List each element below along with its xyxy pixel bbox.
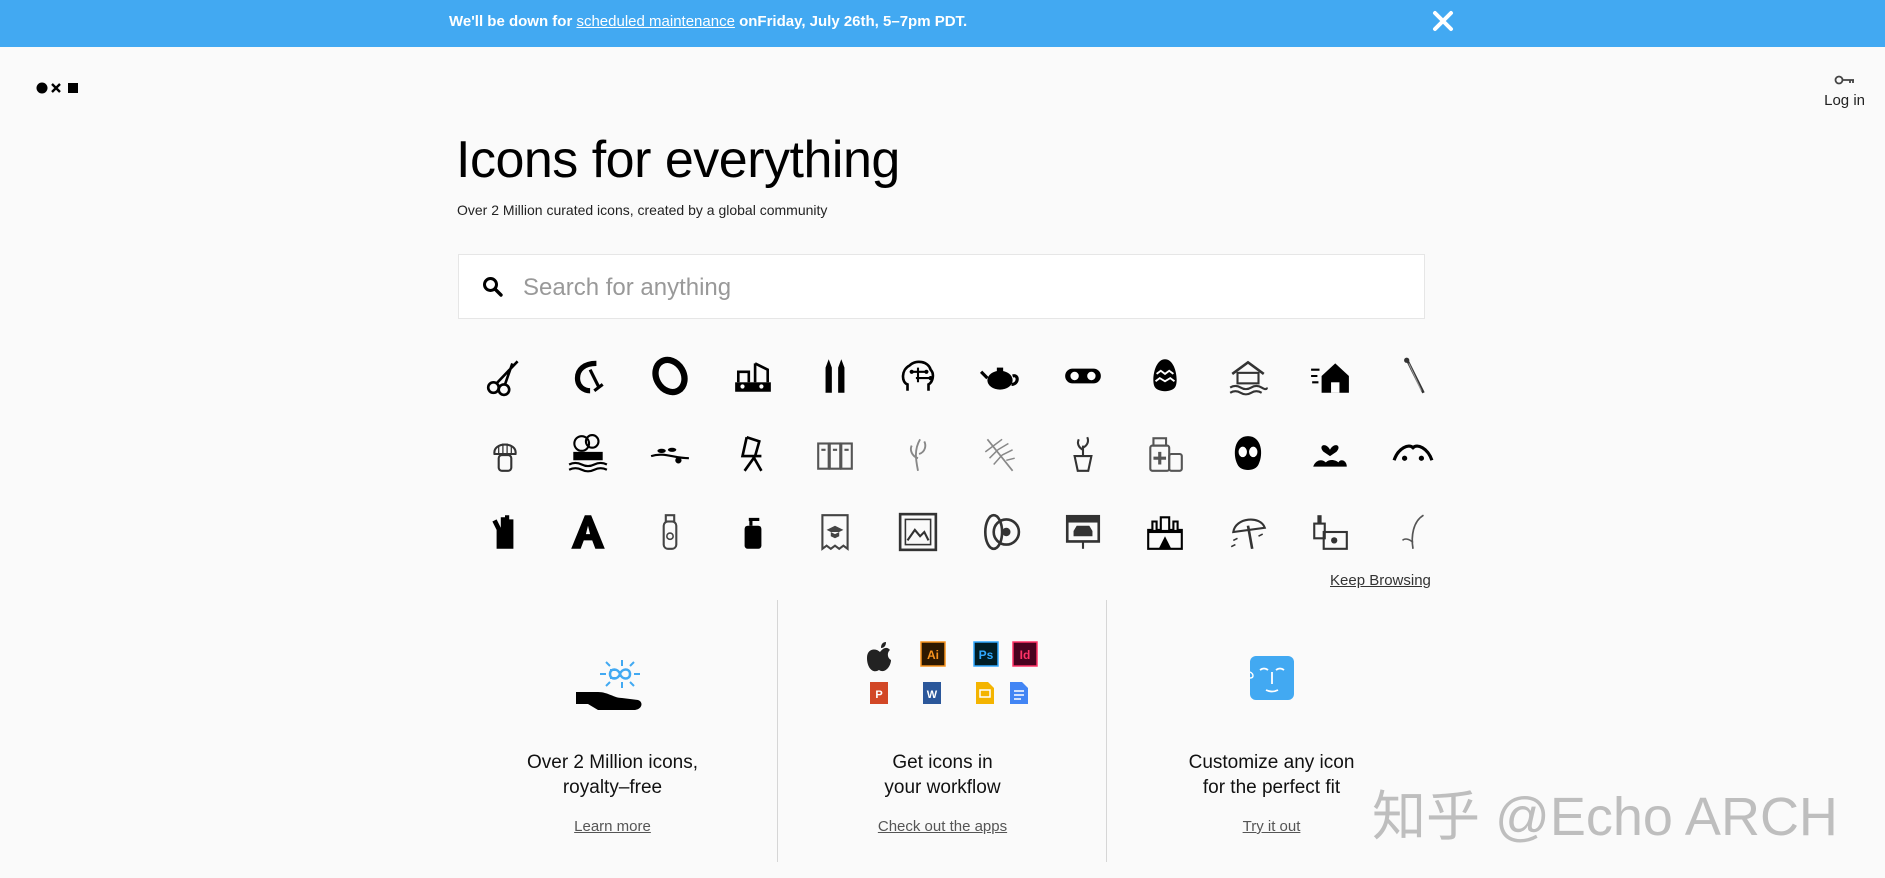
word-icon: W [922, 682, 941, 704]
google-slides-icon [975, 682, 994, 704]
page-title: Icons for everything [456, 131, 900, 189]
icon-grid [464, 337, 1434, 571]
teapot-icon[interactable] [959, 337, 1042, 415]
beach-umbrella-icon[interactable] [1207, 493, 1290, 571]
noun-project-logo[interactable] [36, 81, 80, 100]
tire-icon[interactable] [959, 493, 1042, 571]
palm-leaf-icon[interactable] [959, 415, 1042, 493]
scheduled-maintenance-link[interactable]: scheduled maintenance [576, 13, 734, 30]
feature-title-line1: Get icons in [892, 752, 993, 773]
windy-house-icon[interactable] [1289, 337, 1372, 415]
folding-chair-icon[interactable] [712, 415, 795, 493]
search-icon[interactable] [482, 276, 504, 303]
clamp-icon[interactable] [547, 337, 630, 415]
egg-icon[interactable] [1124, 337, 1207, 415]
close-icon[interactable] [1432, 9, 1454, 33]
app-icons: Ai Ps Id P W [778, 638, 1107, 718]
svg-text:W: W [926, 689, 937, 701]
check-out-apps-link[interactable]: Check out the apps [778, 818, 1107, 835]
indesign-icon: Id [1011, 641, 1038, 667]
mountain-letter-icon[interactable] [547, 493, 630, 571]
banner-suffix: onFriday, July 26th, 5–7pm PDT. [734, 13, 968, 30]
potted-plant-icon[interactable] [1042, 415, 1125, 493]
feature-royalty-free: Over 2 Million icons, royalty–free Learn… [448, 600, 777, 862]
page-subtitle: Over 2 Million curated icons, created by… [457, 202, 828, 218]
hand-icon[interactable] [464, 493, 547, 571]
factory-pollution-icon[interactable] [547, 415, 630, 493]
key-icon [1834, 75, 1854, 85]
chain-icon[interactable] [1372, 415, 1455, 493]
face-icon [1107, 638, 1436, 718]
binders-icon[interactable] [794, 415, 877, 493]
login-button[interactable]: Log in [1824, 72, 1865, 109]
feature-title: Over 2 Million icons, royalty–free [448, 750, 777, 800]
svg-text:Ps: Ps [978, 648, 993, 662]
login-label: Log in [1824, 92, 1865, 109]
medicine-bottle-icon[interactable] [1124, 415, 1207, 493]
landscape-frame-icon[interactable] [877, 493, 960, 571]
google-docs-icon [1009, 682, 1028, 704]
feature-title: Get icons in your workflow [778, 750, 1107, 800]
features-section: Over 2 Million icons, royalty–free Learn… [448, 600, 1435, 862]
car-sign-icon[interactable] [1042, 493, 1125, 571]
feature-workflow: Ai Ps Id P W Get icons in your workflow … [777, 600, 1107, 862]
search-input[interactable] [521, 267, 1405, 309]
banner-message: We'll be down for scheduled maintenance … [449, 13, 967, 30]
drinks-icon[interactable] [1289, 493, 1372, 571]
svg-text:Id: Id [1019, 648, 1030, 662]
brain-network-icon[interactable] [877, 337, 960, 415]
hand-infinity-icon [448, 638, 777, 718]
keep-browsing-link[interactable]: Keep Browsing [1330, 572, 1431, 589]
feature-title-line1: Over 2 Million icons, [526, 752, 699, 773]
lotion-bottle-icon[interactable] [629, 493, 712, 571]
cassette-icon[interactable] [1042, 337, 1125, 415]
mask-icon[interactable] [1207, 415, 1290, 493]
temple-icon[interactable] [1124, 493, 1207, 571]
search-box[interactable] [458, 254, 1425, 319]
heart-speech-icon[interactable] [1289, 415, 1372, 493]
svg-text:P: P [875, 689, 882, 701]
oil-rig-icon[interactable] [712, 337, 795, 415]
feature-title-line2: your workflow [884, 777, 1001, 798]
soap-dispenser-icon[interactable] [712, 493, 795, 571]
apple-icon [866, 642, 891, 672]
photoshop-icon: Ps [972, 641, 999, 667]
plant-sprout-icon[interactable] [877, 415, 960, 493]
leaf-icon[interactable] [1372, 493, 1455, 571]
learn-more-link[interactable]: Learn more [448, 818, 777, 835]
svg-text:Ai: Ai [927, 648, 939, 662]
bracelet-icon[interactable] [629, 337, 712, 415]
shaving-brush-icon[interactable] [464, 415, 547, 493]
watermark: 知乎 @Echo ARCH [1372, 787, 1838, 847]
illustrator-icon: Ai [919, 641, 946, 667]
pin-icon[interactable] [1372, 337, 1455, 415]
diploma-receipt-icon[interactable] [794, 493, 877, 571]
powerpoint-icon: P [869, 682, 888, 704]
scissors-icon[interactable] [464, 337, 547, 415]
branch-icon[interactable] [629, 415, 712, 493]
feature-title-line2: royalty–free [562, 777, 663, 798]
flooded-house-icon[interactable] [1207, 337, 1290, 415]
banner-prefix: We'll be down for [449, 13, 577, 30]
maintenance-banner: We'll be down for scheduled maintenance … [0, 0, 1885, 47]
pencils-icon[interactable] [794, 337, 877, 415]
